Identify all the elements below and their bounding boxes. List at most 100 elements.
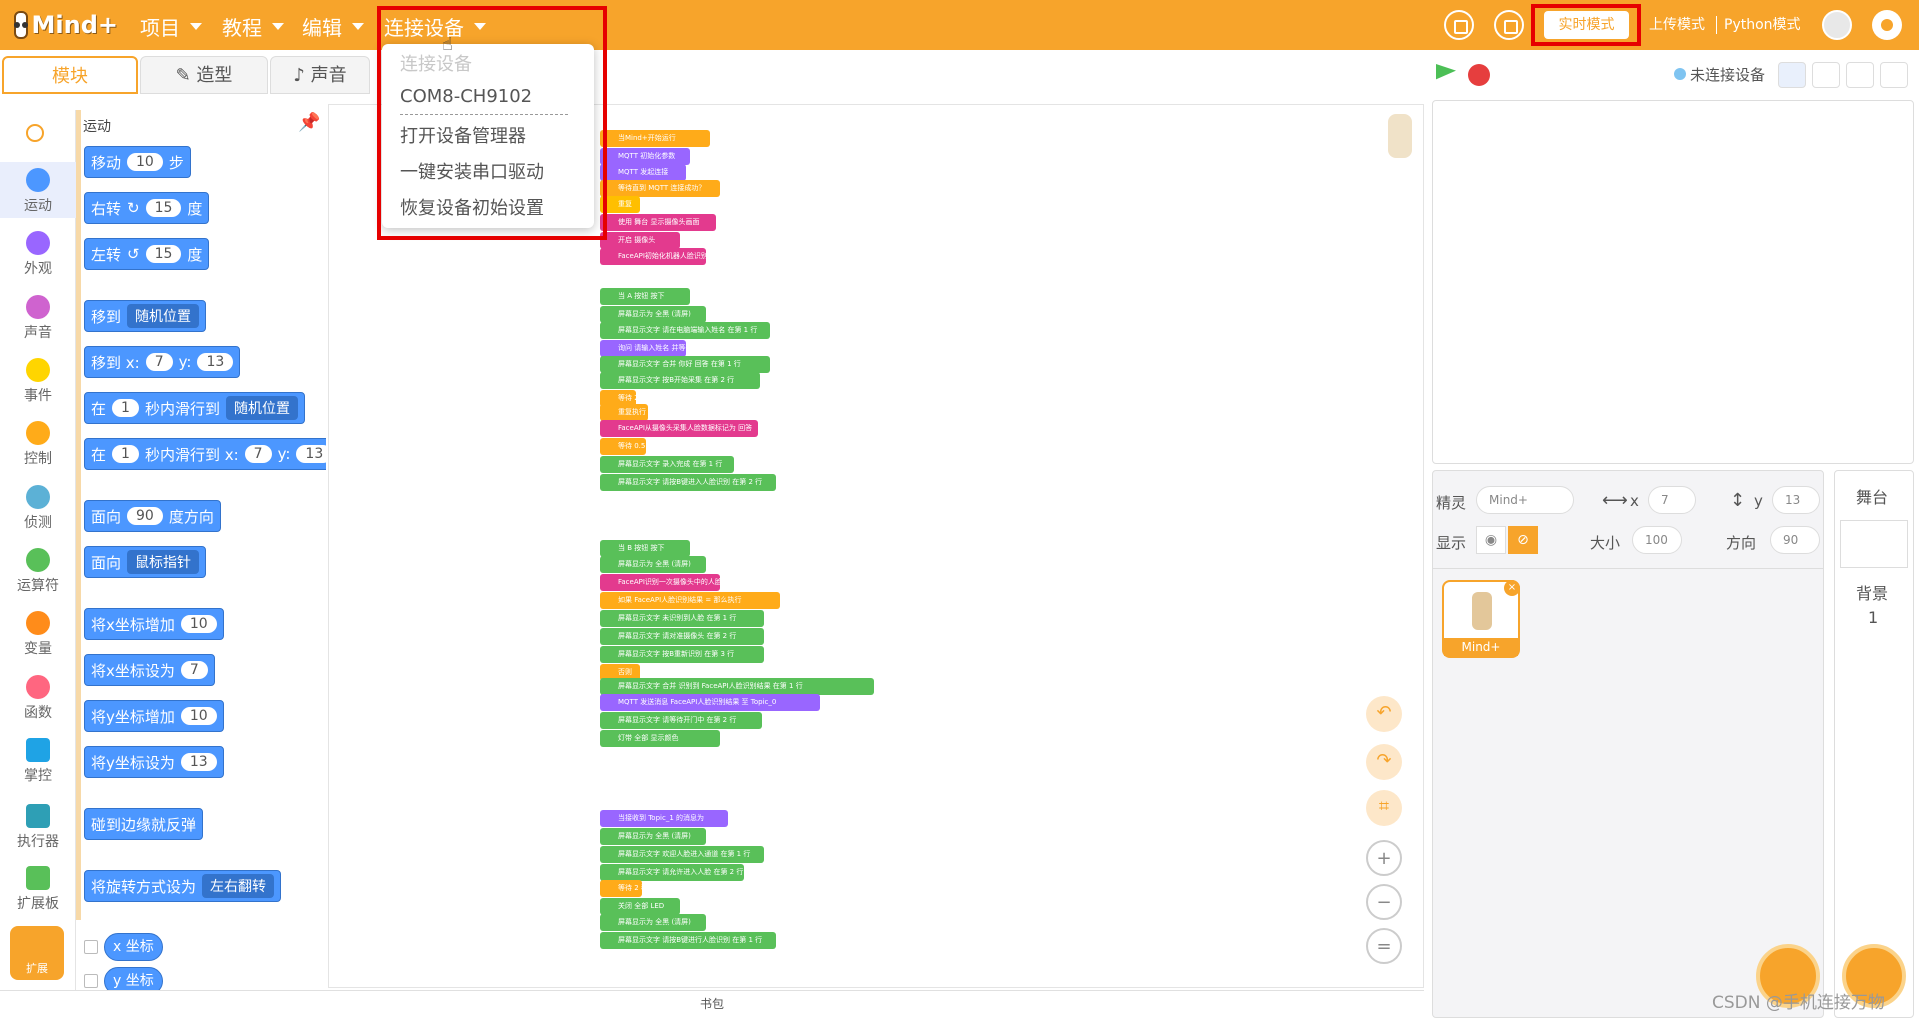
zoom-reset-icon[interactable]: =: [1366, 928, 1402, 964]
script-block[interactable]: 等待直到 MQTT 连接成功？: [600, 180, 720, 197]
tab-blocks[interactable]: 模块: [2, 56, 138, 94]
script-block[interactable]: FaceAPI识别一次摄像头中的人脸: [600, 574, 720, 591]
script-block[interactable]: 关闭 全部 LED: [600, 898, 680, 915]
script-block[interactable]: 当 B 按钮 按下: [600, 540, 690, 557]
sprite-name-input[interactable]: Mind+: [1476, 486, 1574, 514]
backpack-bar[interactable]: 书包: [0, 990, 1424, 1018]
tab-costumes[interactable]: ✎ 造型: [140, 56, 268, 94]
upload-mode-button[interactable]: 上传模式: [1644, 11, 1710, 39]
fullscreen-icon[interactable]: [1880, 62, 1908, 88]
block-input[interactable]: 13: [296, 445, 326, 463]
normal-stage-icon[interactable]: [1812, 62, 1840, 88]
block-input[interactable]: 90: [127, 507, 163, 525]
category-functions[interactable]: 函数: [0, 669, 76, 725]
pin-icon[interactable]: 📌: [298, 112, 320, 133]
script-block[interactable]: 等待 0.5 秒: [600, 438, 646, 455]
category-operators[interactable]: 运算符: [0, 542, 76, 598]
script-block[interactable]: 询问 请输入姓名 并等待: [600, 340, 686, 357]
script-block[interactable]: 屏幕显示文字 请在电脑端输入姓名 在第 1 行: [600, 322, 770, 339]
stage-thumbnail[interactable]: [1840, 520, 1908, 568]
menu-item-install-driver[interactable]: 一键安装串口驱动: [400, 158, 544, 184]
block-dropdown[interactable]: 鼠标指针: [127, 550, 200, 574]
category-mpython[interactable]: 掌控: [0, 732, 76, 788]
stage-canvas[interactable]: [1432, 100, 1914, 464]
category-actuators[interactable]: 执行器: [0, 798, 76, 854]
eye-hidden-icon[interactable]: ⊘: [1508, 526, 1538, 554]
block-turn-left[interactable]: 左转 ↺ 15 度: [84, 238, 210, 270]
close-icon[interactable]: ×: [1504, 580, 1520, 596]
script-block[interactable]: MQTT 发送消息 FaceAPI人脸识别结果 至 Topic_0: [600, 694, 820, 711]
block-input[interactable]: 15: [145, 245, 182, 263]
block-set-y[interactable]: 将y坐标设为 13: [84, 746, 224, 778]
script-block[interactable]: 当接收到 Topic_1 的消息为: [600, 810, 728, 827]
script-block[interactable]: 屏幕显示文字 请按B键进入人脸识别 在第 2 行: [600, 474, 776, 491]
redo-icon[interactable]: ↷: [1366, 744, 1402, 780]
zoom-out-icon[interactable]: −: [1366, 884, 1402, 920]
palette-scrollbar[interactable]: [76, 110, 81, 920]
script-block[interactable]: MQTT 发起连接: [600, 164, 686, 181]
zoom-in-icon[interactable]: +: [1366, 840, 1402, 876]
add-extension-button[interactable]: 扩展: [10, 926, 64, 980]
block-input[interactable]: 1: [112, 445, 139, 463]
block-input[interactable]: 15: [145, 199, 182, 217]
script-block[interactable]: 重复: [600, 196, 640, 213]
block-rotation-style[interactable]: 将旋转方式设为 左右翻转: [84, 870, 282, 902]
avatar[interactable]: [1822, 10, 1852, 40]
script-block[interactable]: 等待 2 秒: [600, 880, 642, 897]
menu-project[interactable]: 项目: [140, 12, 202, 41]
block-input[interactable]: 7: [145, 353, 173, 371]
category-motion[interactable]: 运动: [0, 162, 76, 218]
gear-icon[interactable]: [1872, 10, 1902, 40]
category-looks[interactable]: 外观: [0, 225, 76, 281]
block-dropdown[interactable]: 左右翻转: [202, 874, 275, 898]
block-input[interactable]: 10: [127, 153, 163, 171]
script-block[interactable]: 屏幕显示文字 未识别到人脸 在第 1 行: [600, 610, 764, 627]
script-block[interactable]: 屏幕显示文字 请等待开门中 在第 2 行: [600, 712, 762, 729]
block-point-towards[interactable]: 面向 鼠标指针: [84, 546, 207, 578]
dashboard-icon[interactable]: [1444, 10, 1474, 40]
script-block[interactable]: 屏幕显示为 全黑 (清屏): [600, 306, 706, 323]
block-input[interactable]: 1: [112, 399, 139, 417]
edit-icon[interactable]: [1494, 10, 1524, 40]
block-input[interactable]: 13: [197, 353, 234, 371]
script-block[interactable]: 屏幕显示为 全黑 (清屏): [600, 556, 706, 573]
script-block[interactable]: 灯带 全部 显示颜色: [600, 730, 720, 747]
script-block[interactable]: 如果 FaceAPI人脸识别结果 = 那么执行: [600, 592, 780, 609]
category-expansion-board[interactable]: 扩展板: [0, 860, 76, 916]
block-point-direction[interactable]: 面向 90 度方向: [84, 500, 221, 532]
size-input[interactable]: 100: [1632, 526, 1682, 554]
script-block[interactable]: 开启 摄像头: [600, 232, 680, 249]
menu-item-device-manager[interactable]: 打开设备管理器: [400, 122, 526, 148]
script-block[interactable]: 屏幕显示文字 请按B键进行人脸识别 在第 1 行: [600, 932, 776, 949]
script-block[interactable]: FaceAPI从摄像头采集人脸数据标记为 回答: [600, 420, 758, 437]
block-input[interactable]: 10: [180, 707, 217, 725]
script-block[interactable]: FaceAPI初始化机器人脸识别: [600, 248, 706, 265]
block-input[interactable]: 7: [180, 661, 208, 679]
script-block[interactable]: 屏幕显示文字 按B开始采集 在第 2 行: [600, 372, 760, 389]
y-position-checkbox[interactable]: [84, 974, 98, 988]
category-sensing[interactable]: 侦测: [0, 479, 76, 535]
script-block[interactable]: 屏幕显示文字 合并 你好 回答 在第 1 行: [600, 356, 770, 373]
direction-input[interactable]: 90: [1770, 526, 1820, 554]
menu-item-reset-device[interactable]: 恢复设备初始设置: [400, 194, 544, 220]
block-change-x[interactable]: 将x坐标增加 10: [84, 608, 224, 640]
block-input[interactable]: 7: [244, 445, 272, 463]
block-set-x[interactable]: 将x坐标设为 7: [84, 654, 215, 686]
menu-connect-device[interactable]: 连接设备: [384, 12, 486, 41]
menu-edit[interactable]: 编辑: [302, 12, 364, 41]
category-sound[interactable]: 声音: [0, 289, 76, 345]
stop-icon[interactable]: [1468, 64, 1490, 86]
block-input[interactable]: 10: [180, 615, 217, 633]
script-block[interactable]: 屏幕显示文字 按B重新识别 在第 3 行: [600, 646, 764, 663]
script-block[interactable]: 当 A 按钮 按下: [600, 288, 690, 305]
script-block[interactable]: 当Mind+开始运行: [600, 130, 710, 147]
script-block[interactable]: 使用 舞台 显示摄像头画面: [600, 214, 716, 231]
script-block[interactable]: 屏幕显示文字 请允许进入人脸 在第 2 行: [600, 864, 744, 881]
python-mode-button[interactable]: Python模式: [1724, 11, 1801, 39]
category-control[interactable]: 控制: [0, 415, 76, 471]
tab-sounds[interactable]: ♪ 声音: [270, 56, 370, 94]
menu-item-com-port[interactable]: COM8-CH9102: [400, 86, 532, 107]
block-glide-xy[interactable]: 在 1 秒内滑行到 x: 7 y: 13: [84, 438, 326, 470]
script-block[interactable]: MQTT 初始化参数: [600, 148, 690, 165]
undo-icon[interactable]: ↶: [1366, 696, 1402, 732]
